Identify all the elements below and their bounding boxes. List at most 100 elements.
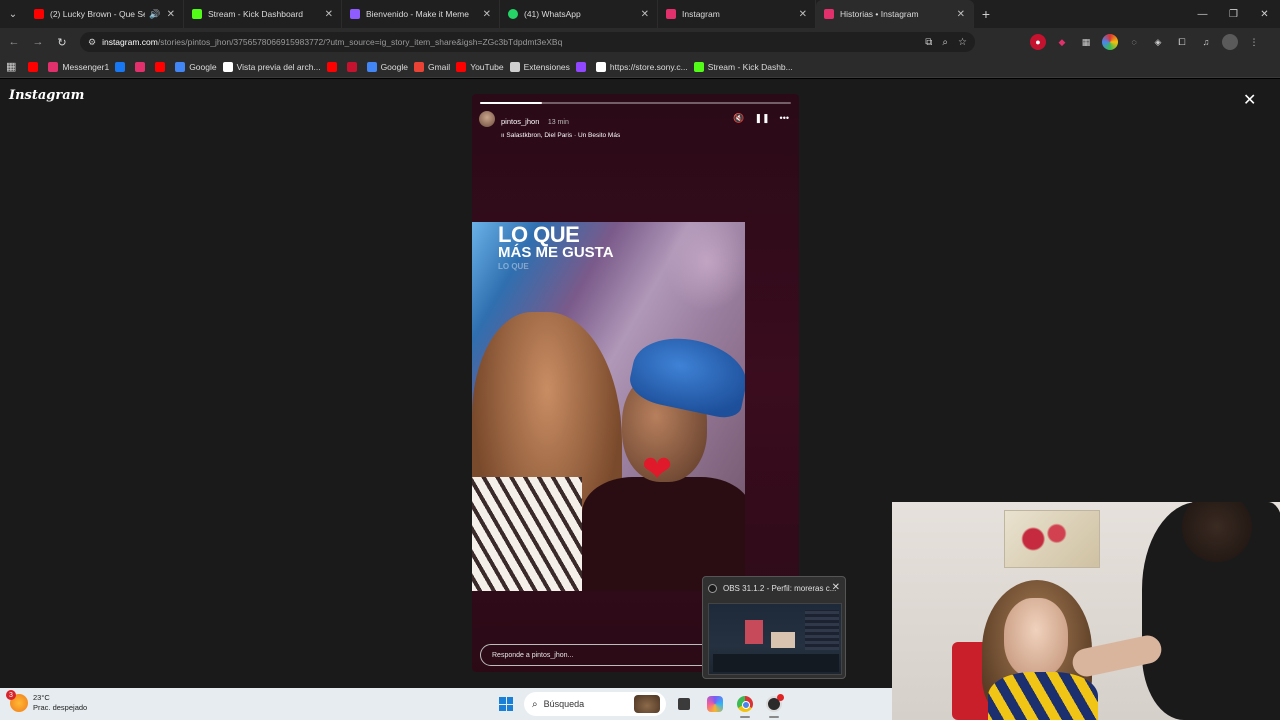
facebook-icon [115, 61, 126, 72]
extension-off-icon[interactable]: ◌ [1126, 34, 1142, 50]
github-icon [222, 61, 233, 72]
media-controls-icon[interactable]: ♫ [1198, 34, 1214, 50]
site-info-icon[interactable]: ⚙ [88, 37, 96, 48]
bookmark-item[interactable]: Stream - Kick Dashb... [693, 61, 793, 72]
tab-strip: ⌄ (2) Lucky Brown - Que Será 🔊 ✕ Stream … [0, 0, 1280, 28]
bookmark-item[interactable] [346, 61, 361, 72]
user-avatar[interactable] [479, 111, 495, 127]
story-progress-fill [480, 102, 543, 104]
minimize-icon[interactable]: — [1187, 0, 1218, 28]
tab-instagram-stories[interactable]: Historias • Instagram ✕ [816, 0, 974, 28]
bookmark-label: Extensiones [523, 61, 570, 72]
bookmark-item[interactable] [28, 61, 42, 72]
forward-icon[interactable]: → [26, 36, 50, 48]
story-username[interactable]: pintos_jhon [501, 117, 539, 126]
chrome-taskbar-icon[interactable] [736, 695, 754, 713]
extension-icon[interactable]: ● [1030, 34, 1046, 50]
story-text-line-3: LO QUE [498, 262, 529, 271]
taskbar-search[interactable]: ⌕ Búsqueda [524, 692, 666, 716]
instagram-logo[interactable]: Instagram [9, 88, 84, 103]
tab-whatsapp[interactable]: (41) WhatsApp ✕ [500, 0, 658, 28]
zoom-icon[interactable]: ⌕ [942, 37, 948, 48]
thumb-block [805, 610, 839, 650]
taskbar-search-label: Búsqueda [543, 699, 585, 709]
speaker-icon[interactable]: 🔊 [149, 9, 160, 20]
task-view-icon[interactable] [675, 695, 693, 713]
muted-speaker-icon[interactable]: 🔇 [733, 113, 744, 124]
extension-icon[interactable]: ◈ [1150, 34, 1166, 50]
new-tab-button[interactable]: + [974, 6, 998, 22]
extensions-puzzle-icon[interactable]: ⧠ [1174, 34, 1190, 50]
bookmark-item[interactable]: https://store.sony.c... [595, 61, 688, 72]
bookmark-item[interactable]: Google [366, 61, 408, 72]
google-icon [366, 61, 377, 72]
extension-color-icon[interactable] [1102, 34, 1118, 50]
tab-kick[interactable]: Stream - Kick Dashboard ✕ [184, 0, 342, 28]
thumb-block [745, 620, 763, 644]
window-controls: — ❐ ✕ [1187, 0, 1280, 28]
url-path: /stories/pintos_jhon/3756578066915983772… [157, 37, 563, 47]
bookmark-label: Gmail [427, 61, 451, 72]
install-app-icon[interactable]: ⧉ [925, 37, 932, 48]
search-icon: ⌕ [532, 698, 538, 710]
bookmark-item[interactable]: YouTube [456, 61, 504, 72]
profile-avatar[interactable] [1222, 34, 1238, 50]
close-tab-icon[interactable]: ✕ [483, 9, 491, 20]
close-tab-icon[interactable]: ✕ [957, 9, 965, 20]
weather-widget[interactable]: 3 23°C Prac. despejado [6, 690, 87, 713]
bookmark-item[interactable]: Google [175, 61, 217, 72]
bookmark-item[interactable] [135, 61, 149, 72]
extension-icon[interactable]: ▦ [1078, 34, 1094, 50]
kick-icon [693, 61, 704, 72]
bookmark-item[interactable] [575, 61, 590, 72]
weather-badge: 3 [6, 690, 16, 700]
copilot-icon[interactable] [706, 695, 724, 713]
bookmark-star-icon[interactable]: ☆ [958, 37, 967, 48]
whatsapp-icon [508, 9, 518, 19]
browser-toolbar: ← → ↻ ⚙ instagram.com /stories/pintos_jh… [0, 28, 1280, 56]
tab-instagram[interactable]: Instagram ✕ [658, 0, 816, 28]
sony-icon [595, 61, 606, 72]
close-story-icon[interactable]: ✕ [1243, 90, 1256, 110]
bookmark-item[interactable]: Gmail [413, 61, 451, 72]
close-window-icon[interactable]: ✕ [1249, 0, 1280, 28]
bookmark-item[interactable]: Extensiones [509, 61, 570, 72]
close-preview-icon[interactable]: ✕ [832, 582, 840, 593]
obs-taskbar-preview[interactable]: OBS 31.1.2 - Perfil: moreras c... ✕ [702, 576, 846, 679]
close-tab-icon[interactable]: ✕ [167, 9, 175, 20]
pause-icon[interactable]: ❚❚ [754, 113, 769, 124]
menu-kebab-icon[interactable]: ⋮ [1246, 34, 1262, 50]
back-icon[interactable]: ← [2, 36, 26, 48]
webcam-overlay [892, 502, 1280, 720]
tab-search-button[interactable]: ⌄ [0, 0, 26, 28]
bookmark-item[interactable] [155, 61, 169, 72]
address-bar[interactable]: ⚙ instagram.com /stories/pintos_jhon/375… [80, 32, 975, 52]
windows-start-icon[interactable] [499, 697, 513, 711]
tab-title: (2) Lucky Brown - Que Será [50, 9, 146, 19]
youtube-icon [34, 9, 44, 19]
tab-youtube[interactable]: (2) Lucky Brown - Que Será 🔊 ✕ [26, 0, 184, 28]
extension-shield-icon[interactable]: ◆ [1054, 34, 1070, 50]
bookmark-label: Vista previa del arch... [236, 61, 321, 72]
obs-taskbar-icon[interactable] [765, 694, 784, 713]
bookmark-item[interactable] [115, 61, 129, 72]
bookmark-label: https://store.sony.c... [609, 61, 688, 72]
reload-icon[interactable]: ↻ [50, 36, 74, 49]
bookmark-item[interactable]: Messenger1 [48, 61, 109, 72]
weather-sun-icon: 3 [6, 690, 28, 712]
bookmark-item[interactable]: Vista previa del arch... [222, 61, 321, 72]
cam-painting [1004, 510, 1100, 568]
close-tab-icon[interactable]: ✕ [641, 9, 649, 20]
close-tab-icon[interactable]: ✕ [325, 9, 333, 20]
more-options-icon[interactable]: ••• [780, 113, 789, 124]
apps-grid-icon[interactable]: ▦ [6, 60, 16, 73]
story-reply-input[interactable]: Responde a pintos_jhon... [480, 644, 720, 666]
obs-window-thumbnail[interactable] [708, 603, 842, 675]
close-tab-icon[interactable]: ✕ [799, 9, 807, 20]
tab-make-it-meme[interactable]: Bienvenido - Make it Meme ✕ [342, 0, 500, 28]
url-host: instagram.com [102, 37, 158, 47]
gmail-icon [413, 61, 424, 72]
story-music[interactable]: Salastkbron, Diel Paris · Un Besito Más [506, 132, 620, 139]
bookmark-item[interactable] [326, 61, 341, 72]
restore-icon[interactable]: ❐ [1218, 0, 1249, 28]
